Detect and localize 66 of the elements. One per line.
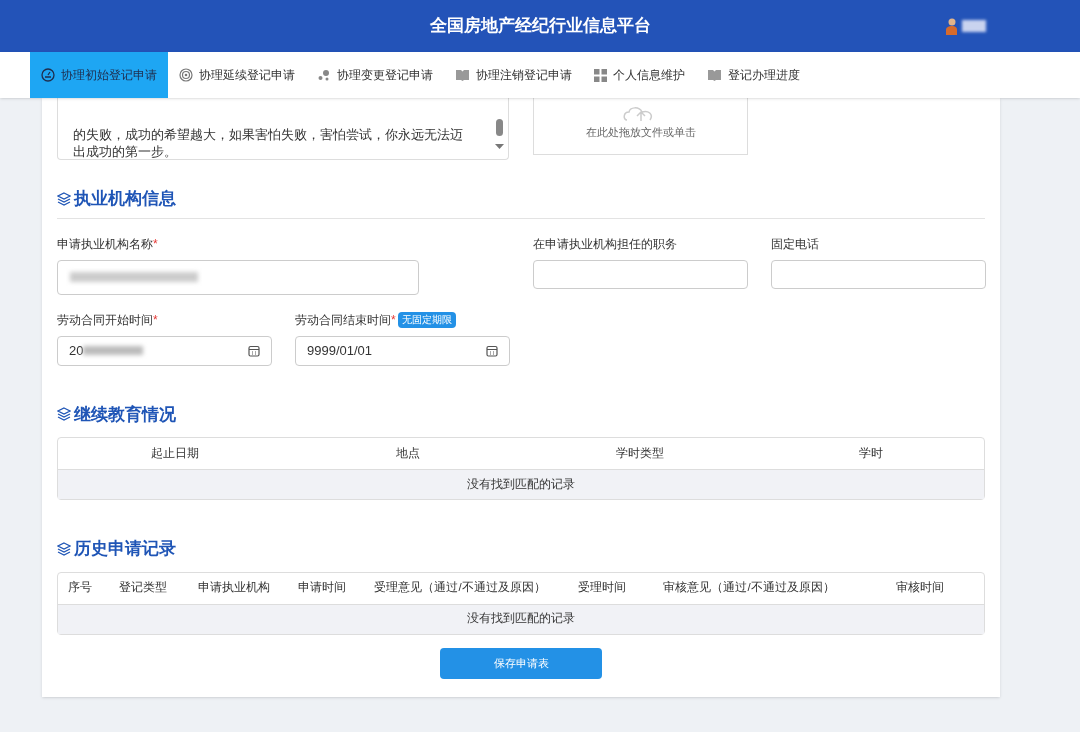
section-title: 继续教育情况 (74, 403, 176, 426)
nav-tab-label: 协理延续登记申请 (199, 67, 295, 84)
calendar-icon[interactable] (486, 344, 498, 357)
dots-icon (317, 68, 331, 82)
column-header: 受理意见（通过/不通过及原因） (373, 580, 547, 596)
upload-hint: 在此处拖放文件或单击 (585, 124, 696, 140)
column-header: 登记类型 (118, 580, 168, 596)
book-icon (707, 68, 722, 82)
field-label: 劳动合同结束时间 (295, 311, 391, 329)
target-icon (179, 68, 193, 82)
required-mark: * (153, 311, 158, 329)
statement-textarea[interactable]: 的失败，成功的希望越大，如果害怕失败，害怕尝试，你永远无法迈 出成功的第一步。 (57, 98, 509, 160)
blurred-username (962, 20, 986, 32)
column-header: 学时类型 (615, 445, 665, 461)
date-field[interactable]: 9999/01/01 (295, 335, 510, 366)
calendar-icon[interactable] (248, 344, 260, 357)
gauge-icon (41, 68, 55, 82)
nav-tab[interactable]: 协理延续登记申请 (168, 52, 306, 98)
column-header: 申请时间 (297, 580, 347, 596)
nav-tab-label: 登记办理进度 (728, 67, 800, 84)
layers-icon (57, 407, 71, 422)
nav-tab-label: 个人信息维护 (613, 67, 685, 84)
column-header: 审核时间 (895, 580, 945, 596)
column-header: 审核意见（通过/不通过及原因） (662, 580, 836, 596)
field-label: 劳动合同开始时间 (57, 311, 153, 329)
column-header: 受理时间 (577, 580, 627, 596)
grid-icon (594, 68, 607, 82)
textarea-line: 的失败，成功的希望越大，如果害怕失败，害怕尝试，你永远无法迈 (73, 127, 463, 144)
upload-dropzone[interactable]: 在此处拖放文件或单击 (533, 98, 748, 155)
date-value: 9999/01/01 (307, 341, 373, 360)
scrollbar-thumb[interactable] (496, 119, 503, 136)
section-title: 历史申请记录 (74, 538, 176, 560)
textarea-line: 出成功的第一步。 (73, 144, 177, 161)
field-label: 申请执业机构名称 (57, 235, 153, 253)
empty-message: 没有找到匹配的记录 (467, 476, 575, 492)
column-header: 学时 (858, 445, 884, 461)
empty-message: 没有找到匹配的记录 (467, 611, 575, 627)
nav-tab-label: 协理注销登记申请 (476, 67, 572, 84)
column-header: 申请执业机构 (197, 580, 271, 596)
field-label: 在申请执业机构担任的职务 (533, 235, 677, 253)
layers-icon (57, 191, 71, 206)
nav-tab-label: 协理变更登记申请 (337, 67, 433, 84)
input-field[interactable] (533, 259, 748, 289)
nav-tab[interactable]: 登记办理进度 (696, 52, 811, 98)
nav-tab-label: 协理初始登记申请 (61, 67, 157, 84)
date-field[interactable]: 20 (57, 335, 272, 366)
input-field[interactable] (57, 259, 419, 295)
column-header: 序号 (67, 580, 93, 596)
section-title: 执业机构信息 (74, 188, 176, 210)
nav-tab[interactable]: 协理变更登记申请 (306, 52, 444, 98)
input-field[interactable] (771, 259, 986, 289)
nav-tab[interactable]: 协理初始登记申请 (30, 52, 168, 98)
column-header: 地点 (395, 445, 421, 461)
required-mark: * (153, 235, 158, 253)
user-icon[interactable] (944, 17, 958, 35)
field-label: 固定电话 (771, 235, 819, 253)
blurred-value (83, 346, 144, 355)
required-mark: * (391, 311, 396, 329)
date-value: 20 (69, 341, 84, 360)
column-header: 起止日期 (150, 445, 200, 461)
book-icon (455, 68, 470, 82)
site-title: 全国房地产经纪行业信息平台 (429, 15, 651, 38)
nav-tab[interactable]: 个人信息维护 (583, 52, 696, 98)
nav-tab[interactable]: 协理注销登记申请 (444, 52, 583, 98)
scroll-down-icon[interactable] (495, 144, 504, 150)
layers-icon (57, 541, 71, 556)
